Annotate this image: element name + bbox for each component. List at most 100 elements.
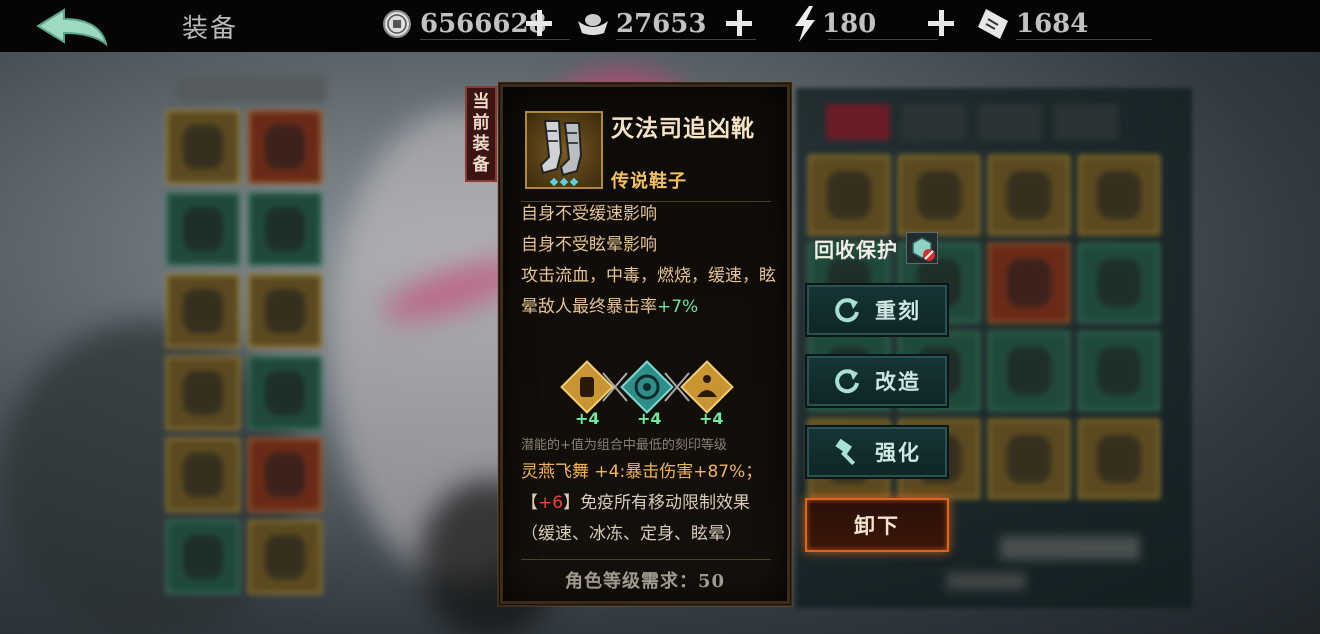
set-line: 【+6】免疫所有移动限制效果 — [521, 488, 783, 519]
fist-rune-icon — [560, 360, 614, 414]
equip-slot[interactable] — [166, 520, 240, 594]
equip-slot[interactable] — [166, 356, 240, 430]
rune-level: +4 — [575, 409, 600, 428]
reforge-label: 重刻 — [875, 298, 921, 323]
inventory-tab[interactable] — [1054, 104, 1118, 140]
tag-char: 备 — [472, 155, 490, 175]
equip-slot[interactable] — [248, 192, 322, 266]
hammer-icon — [835, 438, 856, 466]
divider — [828, 39, 938, 40]
equip-slot[interactable] — [248, 520, 322, 594]
inventory-slot[interactable] — [1078, 419, 1160, 499]
set-line: 灵燕飞舞 +4:暴击伤害+87%； — [521, 457, 783, 488]
item-rarity: 传说鞋子 — [611, 171, 687, 192]
add-coins-button[interactable] — [524, 8, 554, 38]
bracket: 】 — [563, 493, 581, 513]
resource-coins: 6566628 — [380, 0, 570, 48]
top-bar: 装备 6566628 27653 180 1684 — [0, 0, 1320, 52]
inventory-slot[interactable] — [988, 419, 1070, 499]
inventory-tabs — [826, 104, 1118, 140]
inventory-caption — [1000, 536, 1140, 560]
resource-energy: 180 — [788, 0, 938, 48]
level-requirement: 角色等级需求：50 — [564, 571, 726, 592]
reforge-button[interactable]: 重刻 — [805, 283, 949, 337]
equipped-slots-grid — [166, 110, 322, 594]
inventory-slot[interactable] — [988, 243, 1070, 323]
equip-slot[interactable] — [166, 438, 240, 512]
page-title: 装备 — [182, 14, 239, 44]
divider — [1016, 39, 1152, 40]
modify-label: 改造 — [875, 369, 921, 394]
enhance-button[interactable]: 强化 — [805, 425, 949, 479]
add-silver-button[interactable] — [724, 8, 754, 38]
tickets-value: 1684 — [1016, 9, 1089, 39]
silver-value: 27653 — [616, 9, 707, 39]
back-arrow-icon[interactable] — [34, 6, 110, 47]
inventory-tab[interactable] — [902, 104, 966, 140]
tag-char: 前 — [472, 113, 490, 133]
equip-slot[interactable] — [248, 356, 322, 430]
divider — [420, 39, 570, 40]
equip-slot[interactable] — [166, 192, 240, 266]
effect-line: 自身不受眩晕影响 — [521, 235, 657, 255]
effect-line: 攻击流血，中毒，燃烧，缓速，眩 — [521, 266, 776, 286]
set-name: 灵燕飞舞 — [521, 462, 589, 482]
effect-text: 晕敌人最终暴击率 — [521, 297, 657, 317]
item-name: 灭法司追凶靴 — [611, 115, 755, 142]
inventory-tab[interactable] — [826, 104, 890, 140]
divider — [521, 559, 771, 560]
meditation-rune-icon — [680, 360, 734, 414]
recycle-protect: 回收保护 — [814, 232, 938, 264]
equip-slot[interactable] — [166, 110, 240, 184]
coin-icon — [380, 7, 414, 41]
boots-icon — [525, 111, 603, 189]
set-level-bonus: +4:暴击伤害+87%； — [594, 462, 763, 482]
set-effect: 免疫所有移动限制效果 — [580, 493, 751, 513]
inventory-count — [946, 572, 1026, 590]
rune-level: +4 — [637, 409, 662, 428]
energy-bolt-icon — [788, 6, 822, 42]
ticket-icon — [976, 7, 1010, 41]
tag-char: 装 — [472, 134, 490, 154]
inventory-slot[interactable] — [988, 331, 1070, 411]
unequip-button[interactable]: 卸下 — [805, 498, 949, 552]
inventory-slot[interactable] — [898, 155, 980, 235]
energy-value: 180 — [822, 9, 877, 39]
inventory-slot[interactable] — [1078, 331, 1160, 411]
inventory-slot[interactable] — [1078, 155, 1160, 235]
equip-slot[interactable] — [166, 274, 240, 348]
set-red-value: +6 — [538, 493, 564, 513]
inventory-slot[interactable] — [1078, 243, 1160, 323]
effect-line: 晕敌人最终暴击率+7% — [521, 292, 781, 323]
inventory-slot[interactable] — [808, 155, 890, 235]
left-panel-title — [176, 76, 326, 102]
unequip-label: 卸下 — [854, 513, 900, 538]
effect-bonus: +7% — [657, 297, 699, 317]
current-equipment-tag: 当 前 装 备 — [465, 86, 497, 182]
eye-rune-icon — [620, 360, 674, 414]
modify-button[interactable]: 改造 — [805, 354, 949, 408]
resource-tickets: 1684 — [976, 0, 1152, 48]
tag-char: 当 — [472, 92, 490, 112]
add-energy-button[interactable] — [926, 8, 956, 38]
effect-line: 自身不受缓速影响 — [521, 204, 657, 224]
protect-toggle-icon[interactable] — [906, 232, 938, 264]
item-effects: 自身不受缓速影响 自身不受眩晕影响 攻击流血，中毒，燃烧，缓速，眩 晕敌人最终暴… — [521, 199, 781, 323]
divider — [616, 39, 756, 40]
bracket: 【 — [521, 493, 538, 513]
equip-slot[interactable] — [248, 110, 322, 184]
inventory-slot[interactable] — [988, 155, 1070, 235]
refresh-icon — [835, 369, 859, 394]
set-effect-detail: （缓速、冰冻、定身、眩晕） — [521, 524, 742, 544]
protect-label: 回收保护 — [814, 237, 898, 262]
set-bonus: 灵燕飞舞 +4:暴击伤害+87%； 【+6】免疫所有移动限制效果 （缓速、冰冻、… — [521, 457, 783, 550]
rune-note: 潜能的+值为组合中最低的刻印等级 — [521, 438, 727, 453]
equip-slot[interactable] — [248, 438, 322, 512]
refresh-icon — [835, 298, 859, 323]
enhance-label: 强化 — [875, 440, 921, 465]
equip-slot[interactable] — [248, 274, 322, 348]
rune-level: +4 — [699, 409, 724, 428]
item-tooltip: 灭法司追凶靴 传说鞋子 自身不受缓速影响 自身不受眩晕影响 攻击流血，中毒，燃烧… — [497, 81, 793, 607]
silver-ingot-icon — [576, 7, 610, 41]
inventory-tab[interactable] — [978, 104, 1042, 140]
